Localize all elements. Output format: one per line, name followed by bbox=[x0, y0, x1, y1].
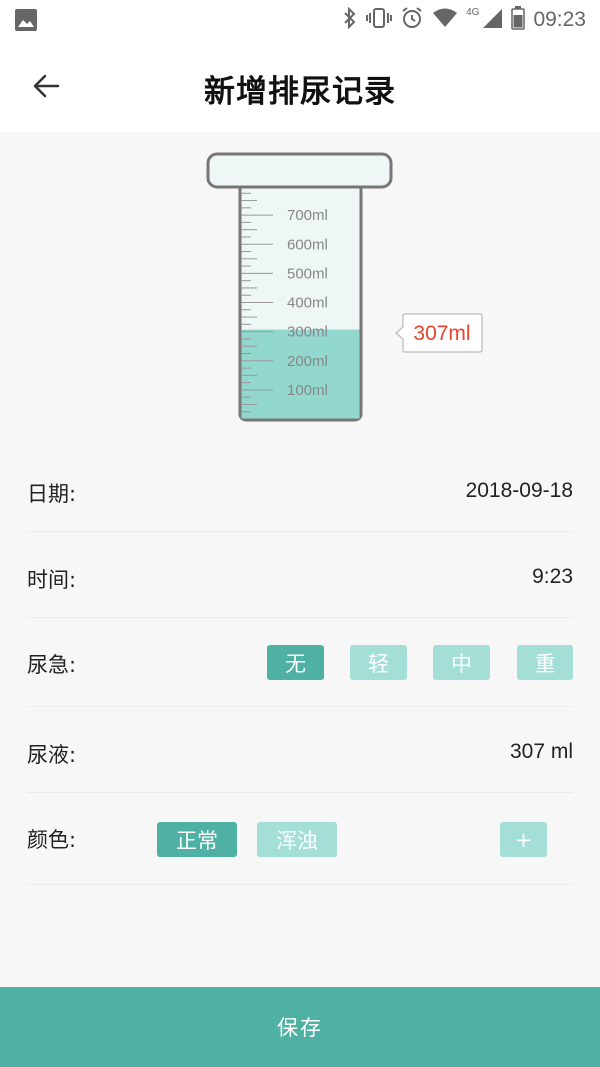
save-button-label: 保存 bbox=[277, 1016, 323, 1040]
urgency-option-none[interactable]: 无 bbox=[267, 645, 324, 680]
image-icon bbox=[14, 8, 38, 36]
date-label: 日期: bbox=[27, 482, 77, 506]
wifi-icon bbox=[432, 7, 458, 33]
urgency-option-severe[interactable]: 重 bbox=[517, 645, 573, 680]
scale-label: 200ml bbox=[287, 353, 328, 370]
urgency-label: 尿急: bbox=[27, 653, 77, 677]
urgency-row: 尿急: 无 轻 中 重 bbox=[27, 618, 573, 707]
color-label: 颜色: bbox=[27, 828, 77, 852]
battery-icon bbox=[511, 6, 526, 34]
page-title: 新增排尿记录 bbox=[204, 74, 396, 110]
urgency-option-mild[interactable]: 轻 bbox=[350, 645, 407, 680]
add-color-button[interactable]: + bbox=[500, 822, 547, 857]
volume-tooltip: 307ml bbox=[395, 313, 483, 353]
volume-label: 尿液: bbox=[27, 743, 77, 767]
volume-row: 尿液: 307 ml bbox=[27, 707, 573, 793]
vibrate-icon bbox=[366, 7, 393, 33]
network-type: 4G bbox=[466, 6, 480, 18]
save-button[interactable]: 保存 bbox=[0, 987, 600, 1067]
date-value[interactable]: 2018-09-18 bbox=[466, 479, 573, 503]
app-bar: 新增排尿记录 bbox=[0, 40, 600, 132]
status-time: 09:23 bbox=[533, 8, 586, 31]
beaker-illustration: 700ml 600ml 500ml 400ml 300ml 200ml 100ml 307m… bbox=[0, 132, 600, 432]
record-form: 日期: 2018-09-18 时间: 9:23 尿急: 无 轻 中 重 尿液: … bbox=[27, 446, 573, 885]
bluetooth-icon bbox=[342, 6, 358, 33]
scale-label: 500ml bbox=[287, 265, 328, 282]
volume-value: 307 ml bbox=[509, 740, 573, 763]
color-option-cloudy[interactable]: 浑浊 bbox=[257, 822, 337, 857]
time-label: 时间: bbox=[27, 568, 77, 592]
alarm-icon bbox=[400, 6, 424, 34]
time-value[interactable]: 9:23 bbox=[532, 565, 573, 589]
scale-label: 700ml bbox=[287, 207, 328, 224]
status-bar: 4G 09:23 bbox=[0, 0, 600, 40]
beaker-liquid bbox=[241, 329, 360, 419]
time-row[interactable]: 时间: 9:23 bbox=[27, 532, 573, 618]
scale-label: 300ml bbox=[287, 324, 328, 341]
scale-label: 400ml bbox=[287, 295, 328, 312]
signal-icon bbox=[481, 7, 503, 33]
volume-tooltip-text: 307ml bbox=[413, 322, 470, 345]
color-option-normal[interactable]: 正常 bbox=[157, 822, 237, 857]
date-row[interactable]: 日期: 2018-09-18 bbox=[27, 446, 573, 532]
scale-label: 100ml bbox=[287, 382, 328, 399]
scale-label: 600ml bbox=[287, 236, 328, 253]
beaker-lid bbox=[206, 152, 393, 189]
color-row: 颜色: 正常 浑浊 + bbox=[27, 793, 573, 885]
urgency-option-moderate[interactable]: 中 bbox=[433, 645, 490, 680]
